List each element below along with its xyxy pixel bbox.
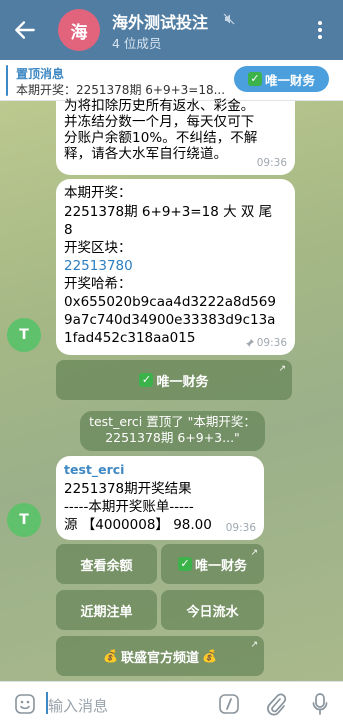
message-line: 开奖区块： xyxy=(64,240,132,256)
official-channel-button[interactable]: 💰 联盛官方频道 💰 ↗ xyxy=(56,636,264,676)
bot-command-icon[interactable] xyxy=(218,693,240,715)
message-input-bar: 输入消息 xyxy=(0,681,343,726)
message-line: 分账户余额10%。不纠结，不解 xyxy=(64,130,258,146)
money-bag-icon: 💰 xyxy=(103,649,118,663)
message-time: 09:36 xyxy=(225,522,256,534)
chat-screen: 海 海外测试投注 4 位成员 置顶消息 本期开奖：2251378期 6+9+3=… xyxy=(0,0,343,726)
member-count: 4 位成员 xyxy=(112,36,162,51)
recent-bets-button[interactable]: 近期注单 xyxy=(56,590,157,630)
message-line: 开奖哈希： xyxy=(64,276,132,292)
finance-keyboard-button[interactable]: ✓ 唯一财务 ↗ xyxy=(161,544,264,584)
message-line: 2251378期开奖结果 xyxy=(64,481,192,497)
mute-icon xyxy=(223,13,235,25)
message-line: 2251378期 6+9+3=18 大 双 尾 xyxy=(64,204,273,220)
service-line: 2251378期 6+9+3..." xyxy=(105,430,240,445)
button-label: 查看余额 xyxy=(80,558,133,574)
check-mark-icon: ✓ xyxy=(177,557,192,571)
message-time: 09:36 xyxy=(256,337,287,349)
message-line: 为将扣除历史所有返水、彩金。 xyxy=(64,98,255,114)
chat-header: 海 海外测试投注 4 位成员 xyxy=(0,0,343,60)
message-bubble[interactable]: 本期开奖： 2251378期 6+9+3=18 大 双 尾 8 开奖区块： 22… xyxy=(56,179,295,355)
external-link-icon: ↗ xyxy=(278,364,286,374)
message-line: 释，请各大水军自行绕道。 xyxy=(64,146,228,162)
button-label: 联盛官方频道 xyxy=(120,650,199,666)
check-mark-icon: ✓ xyxy=(247,72,262,86)
message-line: 本期开奖： xyxy=(64,185,132,201)
pin-icon xyxy=(246,339,254,347)
block-link[interactable]: 22513780 xyxy=(64,258,287,274)
message-bubble[interactable]: 为将扣除历史所有返水、彩金。 并冻结分数一个月，每天仅可下 分账户余额10%。不… xyxy=(56,98,295,175)
service-line: test_erci 置顶了 "本期开奖： xyxy=(89,414,256,429)
group-title[interactable]: 海外测试投注 xyxy=(112,9,208,33)
button-label: 唯一财务 xyxy=(194,558,247,574)
hash-line: 0x655020b9caa4d3222a8d569 xyxy=(64,294,276,310)
message-time: 09:36 xyxy=(256,157,287,169)
external-link-icon: ↗ xyxy=(250,640,258,650)
message-input[interactable]: 输入消息 xyxy=(48,695,108,716)
external-link-icon: ↗ xyxy=(250,548,258,558)
sender-avatar[interactable]: T xyxy=(7,318,41,352)
hash-line: 9a7c740d34900e33383d9c13a xyxy=(64,312,276,328)
service-message[interactable]: test_erci 置顶了 "本期开奖： 2251378期 6+9+3..." xyxy=(80,411,265,451)
pinned-text: 本期开奖：2251378期 6+9+3=18... xyxy=(16,83,226,97)
pinned-button-label: 唯一财务 xyxy=(264,72,315,88)
emoji-icon[interactable] xyxy=(14,693,36,715)
today-flow-button[interactable]: 今日流水 xyxy=(161,590,264,630)
more-menu-icon[interactable] xyxy=(314,18,326,42)
attach-icon[interactable] xyxy=(266,692,286,716)
sender-name[interactable]: test_erci xyxy=(64,462,256,478)
back-arrow-icon[interactable] xyxy=(12,17,38,43)
button-label: 近期注单 xyxy=(80,604,133,620)
pinned-finance-button[interactable]: ✓ 唯一财务 xyxy=(234,66,329,92)
finance-button-label: 唯一财务 xyxy=(156,374,209,390)
check-balance-button[interactable]: 查看余额 xyxy=(56,544,157,584)
message-line: 8 xyxy=(64,222,73,238)
message-line: 并冻结分数一个月，每天仅可下 xyxy=(64,114,255,130)
group-avatar[interactable]: 海 xyxy=(58,9,100,51)
microphone-icon[interactable] xyxy=(312,692,328,716)
money-bag-icon: 💰 xyxy=(202,649,217,663)
message-bubble[interactable]: test_erci 2251378期开奖结果 -----本期开奖账单----- … xyxy=(56,456,264,540)
button-label: 今日流水 xyxy=(186,604,239,620)
check-mark-icon: ✓ xyxy=(139,373,154,387)
pinned-title: 置顶消息 xyxy=(16,67,65,81)
sender-avatar[interactable]: T xyxy=(7,503,41,537)
message-line: -----本期开奖账单----- xyxy=(64,499,194,515)
finance-inline-button[interactable]: ✓ 唯一财务 ↗ xyxy=(56,360,292,400)
pinned-indicator xyxy=(6,65,8,96)
